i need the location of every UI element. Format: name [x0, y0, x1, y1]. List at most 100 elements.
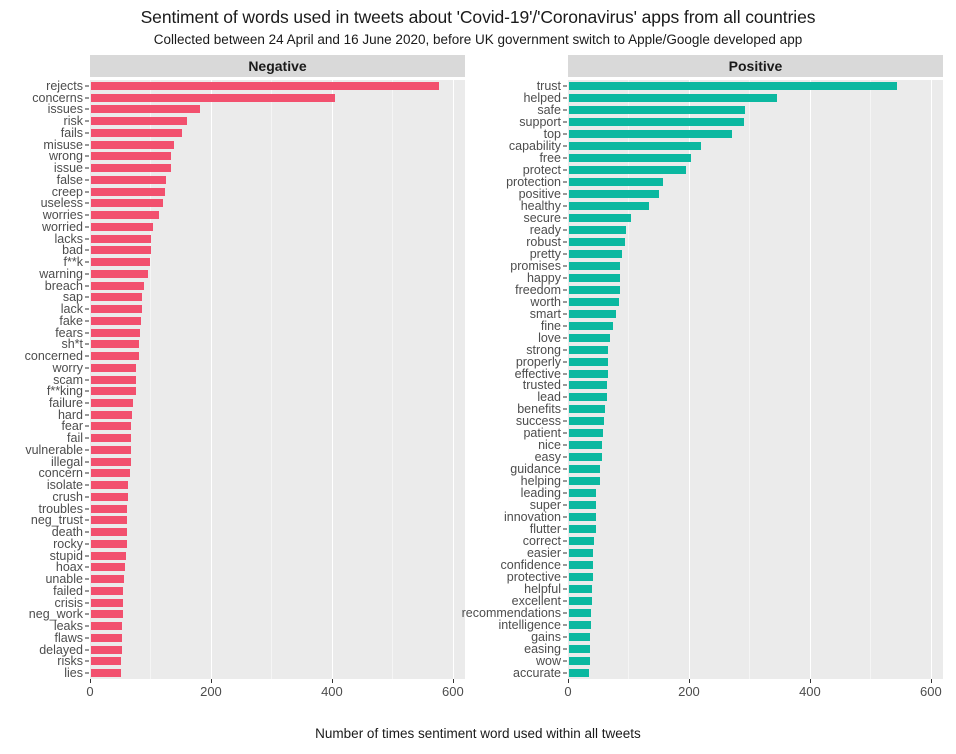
bar — [569, 633, 591, 642]
y-axis-tick-label: positive — [518, 186, 561, 201]
y-axis-tick-label: concerned — [24, 349, 83, 363]
y-axis-tick-mark — [85, 437, 89, 439]
y-axis-tick-label: capability — [508, 138, 561, 153]
bar — [91, 140, 175, 149]
y-axis-tick-label: effective — [514, 366, 561, 381]
y-axis-tick-mark — [563, 456, 567, 458]
y-axis-tick-label: success — [515, 414, 561, 429]
y-axis-tick-label: super — [529, 498, 561, 513]
bar — [91, 128, 182, 137]
bar — [91, 258, 151, 267]
y-axis-tick-mark — [85, 461, 89, 463]
y-axis-tick-mark — [85, 637, 89, 639]
bar — [91, 445, 131, 454]
y-axis-tick-label: promises — [510, 258, 561, 273]
bar — [569, 657, 591, 666]
y-axis-tick-mark — [563, 588, 567, 590]
y-axis-tick-label: freedom — [515, 282, 561, 297]
y-axis-tick-label: delayed — [39, 642, 83, 657]
y-axis-tick-mark — [85, 602, 89, 604]
gridline — [452, 80, 454, 679]
y-axis-tick-mark — [85, 132, 89, 134]
y-axis-tick-label: confidence — [500, 558, 561, 573]
bar — [91, 234, 152, 243]
y-axis-tick-label: properly — [515, 354, 561, 369]
bar — [91, 469, 130, 478]
y-axis-tick-label: top — [543, 126, 561, 141]
gridline — [210, 80, 213, 679]
bar — [569, 417, 605, 426]
x-axis-negative: 0 200 400 600 — [86, 679, 465, 700]
y-axis-tick-label: lies — [64, 666, 83, 681]
y-axis-tick-mark — [85, 555, 89, 557]
y-axis-tick-mark — [85, 472, 89, 474]
bar — [91, 81, 440, 90]
bar — [569, 333, 610, 342]
bar — [569, 297, 619, 306]
y-axis-tick-label: safe — [537, 102, 561, 117]
bar — [91, 516, 128, 525]
y-axis-tick-label: innovation — [504, 510, 561, 525]
y-axis-tick-mark — [85, 531, 89, 533]
y-axis-tick-label: breach — [44, 278, 83, 293]
y-axis-tick-label: smart — [529, 306, 561, 321]
y-axis-tick-mark — [563, 277, 567, 279]
y-axis-tick-mark — [563, 648, 567, 650]
bar — [91, 293, 143, 302]
bar — [91, 434, 131, 443]
x-axis-positive: 0 200 400 600 — [564, 679, 943, 700]
y-axis-tick-mark — [563, 576, 567, 578]
x-axis-tick-mark — [688, 679, 690, 683]
y-axis-tick-mark — [85, 226, 89, 228]
bar — [569, 357, 608, 366]
y-axis-tick-mark — [563, 193, 567, 195]
bar — [91, 398, 134, 407]
y-axis-tick-label: hoax — [55, 560, 83, 575]
y-axis-tick-label: easy — [534, 450, 561, 465]
y-axis-tick-mark — [563, 660, 567, 662]
y-axis-tick-mark — [85, 566, 89, 568]
y-axis-tick-mark — [563, 528, 567, 530]
y-axis-tick-mark — [563, 468, 567, 470]
plot-area-negative — [90, 80, 465, 679]
y-axis-tick-label: unable — [45, 572, 83, 587]
bar — [569, 273, 621, 282]
y-axis-tick-label: illegal — [51, 454, 83, 469]
y-axis-tick-label: guidance — [510, 462, 561, 477]
y-axis-tick-label: f**k — [63, 255, 83, 270]
bar — [91, 492, 128, 501]
bar — [91, 633, 122, 642]
y-axis-tick-mark — [85, 613, 89, 615]
bar — [91, 281, 144, 290]
y-axis-tick-label: misuse — [43, 137, 83, 152]
bar — [569, 201, 650, 210]
bar — [91, 164, 171, 173]
bar — [91, 375, 136, 384]
y-axis-tick-label: intelligence — [498, 618, 561, 633]
bar — [91, 93, 335, 102]
y-axis-tick-label: issues — [47, 102, 83, 117]
y-axis-tick-mark — [85, 414, 89, 416]
y-axis-tick-label: correct — [522, 534, 561, 549]
y-axis-tick-label: lack — [60, 302, 83, 317]
y-axis-tick-label: creep — [51, 184, 83, 199]
bar — [569, 129, 732, 138]
y-axis-tick-label: concerns — [32, 90, 83, 105]
y-axis-tick-label: recommendations — [461, 606, 561, 621]
bar — [91, 187, 166, 196]
bar — [569, 321, 614, 330]
y-axis-tick-mark — [85, 649, 89, 651]
y-axis-tick-mark — [85, 179, 89, 181]
y-axis-tick-mark — [85, 425, 89, 427]
bar — [91, 199, 163, 208]
y-axis-tick-mark — [563, 432, 567, 434]
bar — [91, 504, 128, 513]
bar — [569, 609, 592, 618]
y-axis-tick-mark — [85, 496, 89, 498]
bar — [569, 525, 596, 534]
y-axis-tick-label: healthy — [520, 198, 561, 213]
bar — [569, 489, 597, 498]
bar — [91, 575, 125, 584]
y-axis-tick-mark — [85, 390, 89, 392]
panel-strip-negative: Negative — [90, 55, 465, 77]
